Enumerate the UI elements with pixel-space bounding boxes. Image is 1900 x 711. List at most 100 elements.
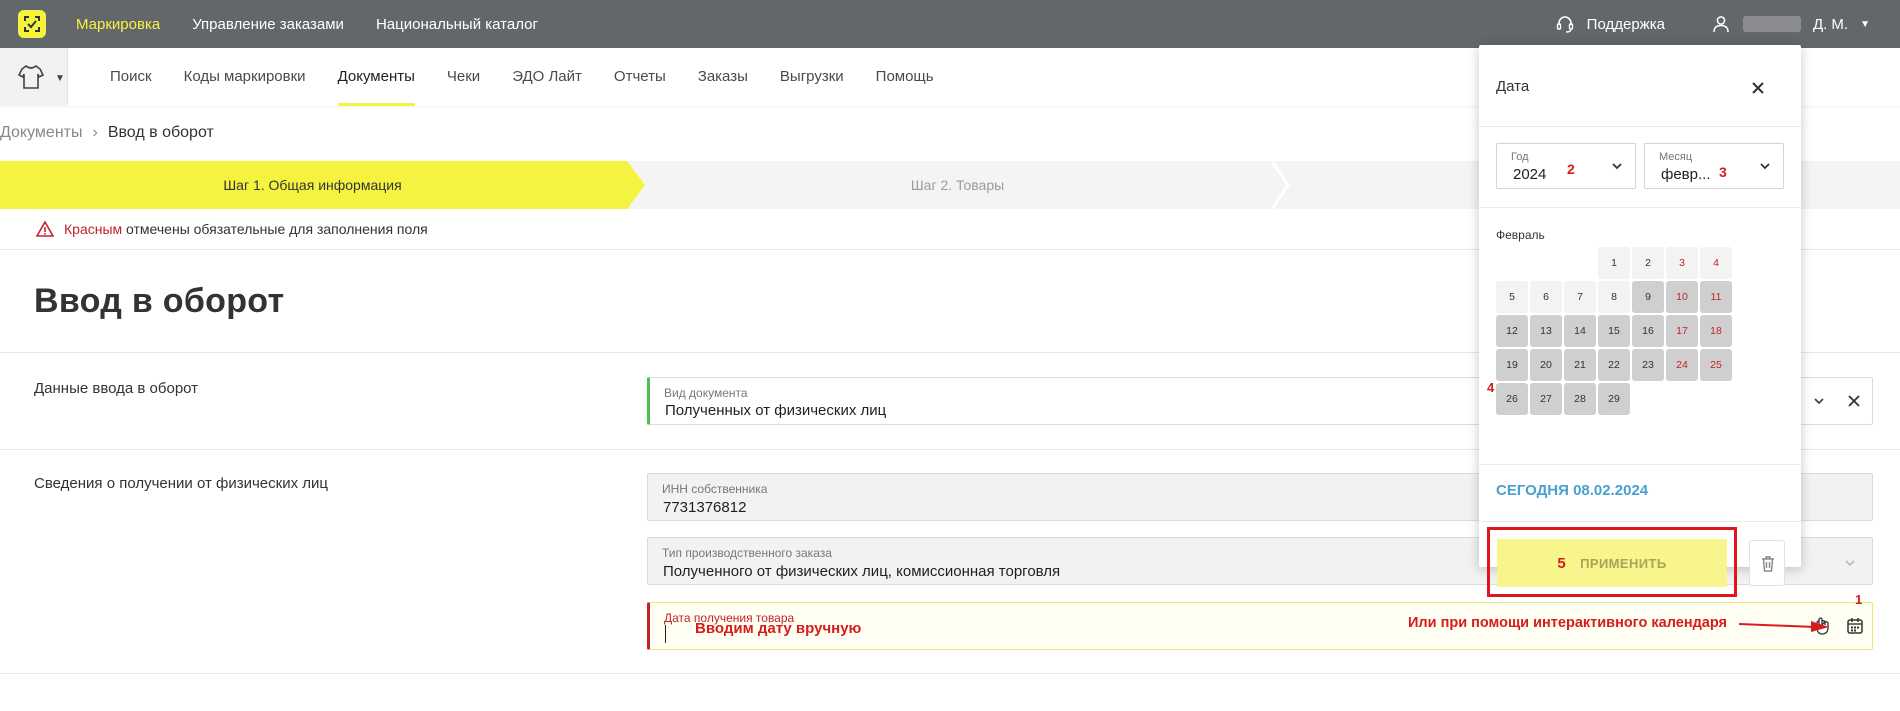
today-link[interactable]: СЕГОДНЯ 08.02.2024 (1496, 482, 1648, 499)
calendar-day-19[interactable]: 19 (1496, 349, 1528, 381)
chevron-down-icon (1612, 163, 1622, 170)
calendar-day-23[interactable]: 23 (1632, 349, 1664, 381)
doc-type-value: Полученных от физических лиц (665, 402, 887, 419)
calendar-day-8[interactable]: 8 (1598, 281, 1630, 313)
section-label-info: Сведения о получении от физических лиц (34, 475, 328, 492)
subnav-edo-lite[interactable]: ЭДО Лайт (512, 48, 582, 106)
inn-label: ИНН собственника (662, 482, 768, 496)
calendar-day-22[interactable]: 22 (1598, 349, 1630, 381)
breadcrumb-current: Ввод в оборот (107, 124, 214, 141)
divider (1479, 207, 1801, 208)
calendar-day-6[interactable]: 6 (1530, 281, 1562, 313)
month-select[interactable]: Месяц февр... (1644, 143, 1784, 189)
calendar-day-5[interactable]: 5 (1496, 281, 1528, 313)
month-value: февр... (1661, 166, 1711, 183)
subnav-exports[interactable]: Выгрузки (780, 48, 844, 106)
logo[interactable] (18, 10, 46, 38)
calendar-day-13[interactable]: 13 (1530, 315, 1562, 347)
order-type-label: Тип производственного заказа (662, 546, 832, 560)
calendar-day-11[interactable]: 11 (1700, 281, 1732, 313)
subnav-documents[interactable]: Документы (337, 48, 416, 106)
step-1[interactable]: Шаг 1. Общая информация (0, 161, 645, 209)
chevron-down-icon[interactable] (1813, 395, 1825, 407)
date-picker-title: Дата (1496, 78, 1530, 95)
chevron-down-icon (1760, 163, 1770, 170)
chevron-right-icon: › (92, 124, 98, 141)
top-bar: Маркировка Управление заказами Националь… (0, 0, 1900, 48)
support-link[interactable]: Поддержка (1587, 16, 1665, 33)
subnav-reports[interactable]: Отчеты (614, 48, 666, 106)
page-title: Ввод в оборот (34, 282, 285, 320)
subnav-search[interactable]: Поиск (110, 48, 152, 106)
calendar-day-3[interactable]: 3 (1666, 247, 1698, 279)
calendar-day-28[interactable]: 28 (1564, 383, 1596, 415)
chevron-down-icon[interactable] (1844, 557, 1856, 569)
calendar-day-10[interactable]: 10 (1666, 281, 1698, 313)
subnav-help[interactable]: Помощь (876, 48, 934, 106)
year-value: 2024 (1513, 166, 1547, 183)
calendar-day-4[interactable]: 4 (1700, 247, 1732, 279)
calendar-day-18[interactable]: 18 (1700, 315, 1732, 347)
user-name[interactable]: Д. М. (1813, 16, 1848, 33)
calendar-day-12[interactable]: 12 (1496, 315, 1528, 347)
user-icon[interactable] (1711, 14, 1731, 34)
breadcrumb: Документы › Ввод в оборот (0, 124, 214, 142)
annotation-arrow (1738, 621, 1829, 632)
calendar-day-1[interactable]: 1 (1598, 247, 1630, 279)
calendar-day-14[interactable]: 14 (1564, 315, 1596, 347)
calendar-day-7[interactable]: 7 (1564, 281, 1596, 313)
divider (1479, 126, 1801, 127)
divider (1479, 521, 1801, 522)
calendar-day-26[interactable]: 26 (1496, 383, 1528, 415)
order-type-value: Полученного от физических лиц, комиссион… (663, 563, 1061, 580)
annotation-step-2: 2 (1567, 161, 1575, 177)
calendar-day-16[interactable]: 16 (1632, 315, 1664, 347)
calendar-day-15[interactable]: 15 (1598, 315, 1630, 347)
text-cursor (665, 625, 666, 643)
annotation-calendar-hint: Или при помощи интерактивного календаря (1408, 615, 1727, 631)
topnav-marking[interactable]: Маркировка (76, 16, 160, 33)
calendar-day-29[interactable]: 29 (1598, 383, 1630, 415)
calendar-day-27[interactable]: 27 (1530, 383, 1562, 415)
divider (0, 673, 1900, 674)
calendar-day-17[interactable]: 17 (1666, 315, 1698, 347)
topnav-orders[interactable]: Управление заказами (192, 16, 344, 33)
annotation-step-4: 4 (1487, 380, 1495, 395)
product-group-selector[interactable]: ▼ (0, 48, 68, 106)
year-label: Год (1511, 151, 1529, 163)
breadcrumb-parent[interactable]: Документы (0, 124, 82, 142)
date-picker-popup: Дата Год 2024 Месяц февр... 2 3 Февраль … (1479, 45, 1801, 587)
calendar-day-25[interactable]: 25 (1700, 349, 1732, 381)
calendar-day-24[interactable]: 24 (1666, 349, 1698, 381)
inn-value: 7731376812 (663, 499, 747, 516)
calendar-day-21[interactable]: 21 (1564, 349, 1596, 381)
annotation-step-3: 3 (1719, 164, 1727, 180)
subnav-codes[interactable]: Коды маркировки (184, 48, 306, 106)
divider (1479, 464, 1801, 465)
clear-date-button[interactable] (1749, 540, 1785, 586)
calendar-day-2[interactable]: 2 (1632, 247, 1664, 279)
chevron-down-icon[interactable]: ▼ (1860, 19, 1870, 30)
doc-type-label: Вид документа (664, 386, 748, 400)
step-2[interactable]: Шаг 2. Товары (645, 161, 1270, 209)
topnav-catalog[interactable]: Национальный каталог (376, 16, 538, 33)
calendar-day-9[interactable]: 9 (1632, 281, 1664, 313)
year-select[interactable]: Год 2024 (1496, 143, 1636, 189)
close-icon[interactable] (1747, 77, 1769, 99)
logo-icon (24, 16, 40, 32)
calendar-icon[interactable] (1846, 617, 1864, 635)
trash-icon (1762, 556, 1774, 572)
subnav-orders[interactable]: Заказы (698, 48, 748, 106)
warning-icon (36, 221, 54, 237)
annotation-manual-entry: Вводим дату вручную (695, 620, 862, 637)
section-label-entry: Данные ввода в оборот (34, 380, 199, 397)
clear-icon[interactable] (1846, 393, 1862, 409)
annotation-step-1: 1 (1855, 592, 1863, 607)
headset-icon[interactable] (1555, 14, 1575, 34)
user-name-redacted (1742, 16, 1801, 32)
calendar-day-20[interactable]: 20 (1530, 349, 1562, 381)
subnav-receipts[interactable]: Чеки (447, 48, 480, 106)
annotation-highlight-box (1487, 527, 1737, 597)
chevron-down-icon: ▼ (55, 73, 65, 84)
required-fields-hint: Красным отмечены обязательные для заполн… (36, 221, 428, 237)
